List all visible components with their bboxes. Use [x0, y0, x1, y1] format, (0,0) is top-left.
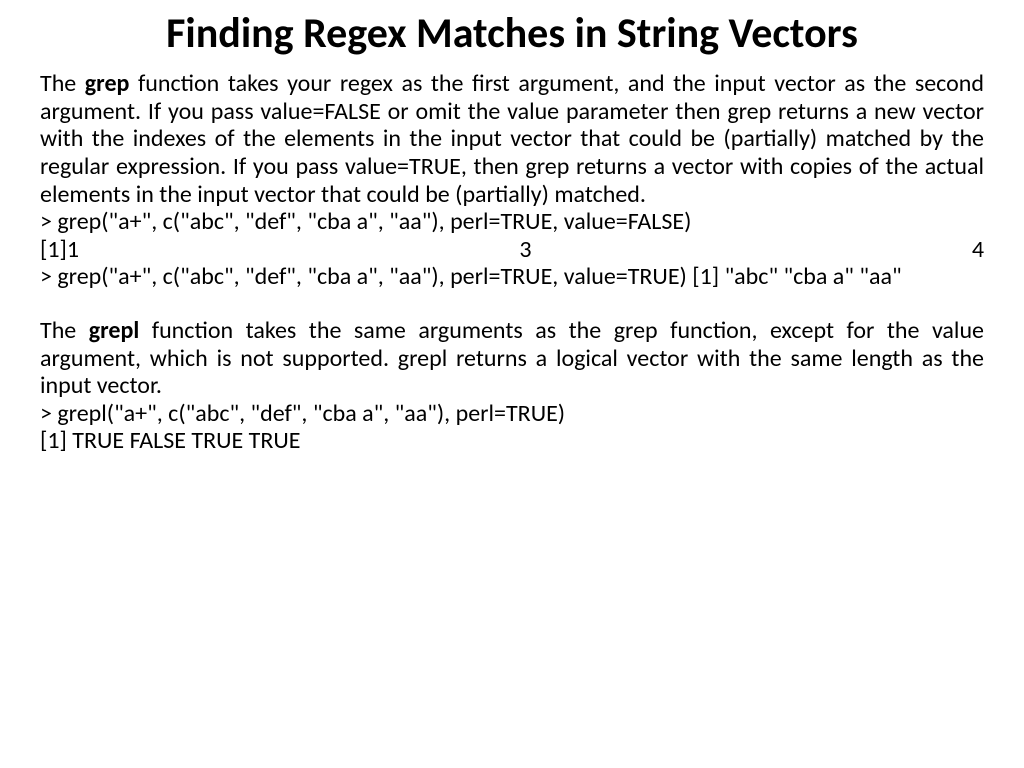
slide-title: Finding Regex Matches in String Vectors	[40, 10, 984, 58]
output-part-b: 3	[519, 236, 531, 264]
output-part-a: [1]1	[40, 236, 79, 264]
code-grep-false: > grep("a+", c("abc", "def", "cba a", "a…	[40, 208, 984, 236]
text-pre-2: The	[40, 316, 89, 345]
text-pre: The	[40, 69, 85, 98]
paragraph-grep: The grep function takes your regex as th…	[40, 70, 984, 208]
text-post: function takes your regex as the first a…	[40, 69, 984, 208]
output-indices: [1]1 3 4	[40, 236, 984, 264]
paragraph-grepl: The grepl function takes the same argume…	[40, 317, 984, 400]
spacer	[40, 291, 984, 317]
bold-grep: grep	[85, 69, 130, 98]
code-grep-true: > grep("a+", c("abc", "def", "cba a", "a…	[40, 263, 984, 291]
output-part-c: 4	[972, 236, 984, 264]
code-grepl: > grepl("a+", c("abc", "def", "cba a", "…	[40, 400, 984, 428]
output-grepl: [1] TRUE FALSE TRUE TRUE	[40, 427, 984, 455]
text-post-2: function takes the same arguments as the…	[40, 316, 984, 400]
bold-grepl: grepl	[89, 316, 140, 345]
